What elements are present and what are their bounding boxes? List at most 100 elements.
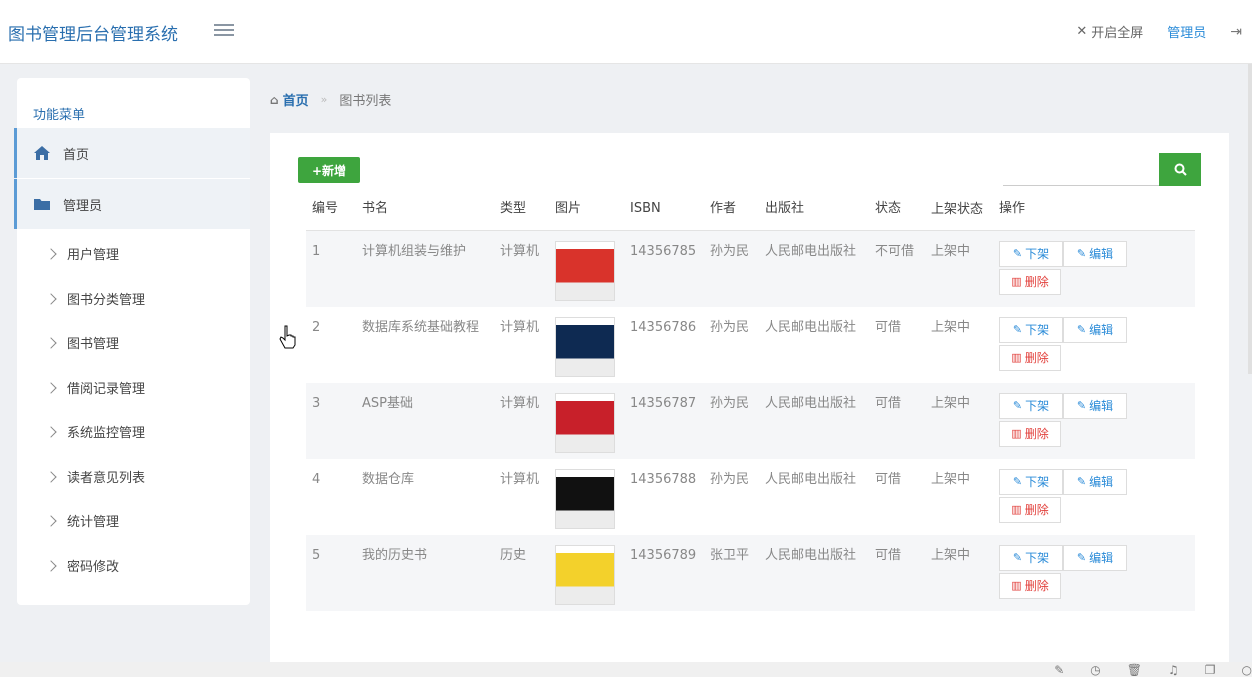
column-header[interactable]: 类型	[494, 198, 549, 231]
cell-id: 3	[306, 382, 356, 459]
edit-button[interactable]: ✎ 编辑	[1063, 544, 1127, 571]
logout-icon[interactable]: ⇥	[1230, 24, 1242, 40]
sidebar-item-label: 借阅记录管理	[67, 382, 146, 397]
sidebar-item-label: 密码修改	[67, 560, 120, 575]
off-shelf-button[interactable]: ✎ 下架	[999, 316, 1063, 343]
search-input[interactable]	[1003, 153, 1159, 186]
cell-id: 2	[306, 306, 356, 383]
sidebar-item-password[interactable]: 密码修改	[45, 556, 120, 575]
column-header: 操作	[993, 198, 1195, 231]
volume-icon[interactable]: ♫	[1168, 663, 1179, 677]
cell-shelf: 上架中	[925, 306, 993, 383]
home-icon: ⌂	[270, 92, 279, 107]
chevron-right-icon	[45, 292, 57, 305]
app-title[interactable]: 图书管理后台管理系统	[8, 20, 178, 45]
book-cover-image[interactable]	[555, 544, 615, 605]
edit-button[interactable]: ✎ 编辑	[1063, 392, 1127, 419]
cell-shelf: 上架中	[925, 458, 993, 535]
sidebar-item-label: 首页	[63, 147, 90, 163]
sidebar-item-home[interactable]: 首页	[14, 128, 250, 178]
cell-publisher: 人民邮电出版社	[759, 534, 869, 611]
cell-isbn: 14356786	[624, 306, 704, 383]
sidebar-item-system-monitor[interactable]: 系统监控管理	[45, 422, 146, 441]
sidebar-item-statistics[interactable]: 统计管理	[45, 511, 119, 530]
book-cover-image[interactable]	[555, 241, 615, 301]
column-header[interactable]: 编号	[306, 198, 356, 231]
sidebar-item-label: 管理员	[63, 198, 103, 214]
cell-type: 历史	[494, 534, 549, 611]
off-shelf-button[interactable]: ✎ 下架	[999, 544, 1063, 571]
cell-author: 孙为民	[704, 382, 759, 459]
delete-button[interactable]: ▥ 删除	[999, 269, 1061, 295]
delete-button[interactable]: ▥ 删除	[999, 420, 1061, 447]
table-row: 3 ASP基础 计算机 14356787 孙为民 人民邮电出版社 可借 上架中 ✎ 下架 ✎ 编辑 ▥ 删…	[306, 382, 1195, 459]
delete-button[interactable]: ▥ 删除	[999, 496, 1061, 523]
cell-author: 张卫平	[704, 534, 759, 611]
search-icon	[1174, 163, 1187, 176]
cell-isbn: 14356789	[624, 534, 704, 611]
sidebar-item-admin[interactable]: 管理员	[14, 179, 250, 229]
edit-button[interactable]: ✎ 编辑	[1063, 316, 1127, 343]
sidebar-item-book-management[interactable]: 图书管理	[45, 333, 119, 352]
book-cover-image[interactable]	[555, 468, 615, 529]
column-header[interactable]: 状态	[869, 198, 925, 231]
off-shelf-button[interactable]: ✎ 下架	[999, 468, 1063, 495]
edit-icon: ✎	[1076, 474, 1087, 488]
column-header[interactable]: ISBN	[624, 198, 704, 231]
top-navbar: 图书管理后台管理系统 ✕ 开启全屏 管理员 ⇥	[0, 0, 1252, 64]
trash-icon: ▥	[1011, 502, 1022, 516]
sidebar-item-category-management[interactable]: 图书分类管理	[45, 289, 145, 308]
off-shelf-button[interactable]: ✎ 下架	[999, 392, 1063, 419]
off-shelf-button[interactable]: ✎ 下架	[999, 241, 1063, 267]
fullscreen-button[interactable]: ✕ 开启全屏	[1076, 22, 1143, 41]
sidebar-item-label: 用户管理	[67, 248, 120, 263]
cell-name: 我的历史书	[356, 534, 494, 611]
cell-publisher: 人民邮电出版社	[759, 458, 869, 535]
cell-status: 不可借	[869, 230, 925, 307]
button-label: 编辑	[1089, 322, 1114, 337]
book-cover-image[interactable]	[555, 392, 615, 453]
column-header[interactable]: 上架状态	[925, 198, 993, 231]
breadcrumb-separator: »	[320, 93, 328, 106]
edit-button[interactable]: ✎ 编辑	[1063, 468, 1127, 495]
button-label: 编辑	[1089, 398, 1114, 413]
sidebar-item-user-management[interactable]: 用户管理	[45, 244, 120, 263]
status-bar: ✎ ◷ 🗑 ♫ ❐ ○	[0, 662, 1252, 677]
hand-cursor-icon	[279, 325, 296, 349]
cell-author: 孙为民	[704, 230, 759, 307]
column-header[interactable]: 书名	[356, 198, 494, 231]
chevron-right-icon	[45, 425, 57, 438]
edit-button[interactable]: ✎ 编辑	[1063, 241, 1127, 267]
user-menu[interactable]: 管理员	[1167, 22, 1206, 41]
column-header[interactable]: 作者	[704, 198, 759, 231]
cell-status: 可借	[869, 534, 925, 611]
button-label: 下架	[1025, 550, 1050, 565]
breadcrumb-home[interactable]: ⌂ 首页	[270, 90, 309, 110]
delete-button[interactable]: ▥ 删除	[999, 572, 1061, 599]
cell-cover	[549, 534, 624, 611]
cell-name: 数据仓库	[356, 458, 494, 535]
sidebar-item-label: 系统监控管理	[67, 426, 146, 441]
search-button[interactable]	[1159, 153, 1201, 186]
trash-icon[interactable]: 🗑	[1127, 663, 1142, 677]
chevron-right-icon	[45, 470, 57, 483]
cell-type: 计算机	[494, 382, 549, 459]
book-cover-image[interactable]	[555, 316, 615, 377]
column-header[interactable]: 出版社	[759, 198, 869, 231]
add-button[interactable]: +新增	[298, 157, 360, 183]
scrollbar[interactable]	[1248, 64, 1252, 374]
cell-status: 可借	[869, 458, 925, 535]
button-label: 删除	[1024, 350, 1049, 365]
menu-toggle-icon[interactable]	[214, 24, 234, 38]
sidebar-item-borrow-records[interactable]: 借阅记录管理	[45, 378, 146, 397]
column-header[interactable]: 图片	[549, 198, 624, 231]
delete-button[interactable]: ▥ 删除	[999, 344, 1061, 371]
copy-icon[interactable]: ❐	[1205, 663, 1216, 677]
pen-icon[interactable]: ✎	[1054, 663, 1064, 677]
cell-cover	[549, 306, 624, 383]
button-label: 编辑	[1089, 550, 1114, 565]
sidebar-item-reader-feedback[interactable]: 读者意见列表	[45, 467, 145, 486]
search-icon[interactable]: ○	[1242, 663, 1252, 677]
clock-icon[interactable]: ◷	[1090, 663, 1100, 677]
table-row: 1 计算机组装与维护 计算机 14356785 孙为民 人民邮电出版社 不可借 上架中 ✎ 下架 ✎…	[306, 230, 1195, 307]
